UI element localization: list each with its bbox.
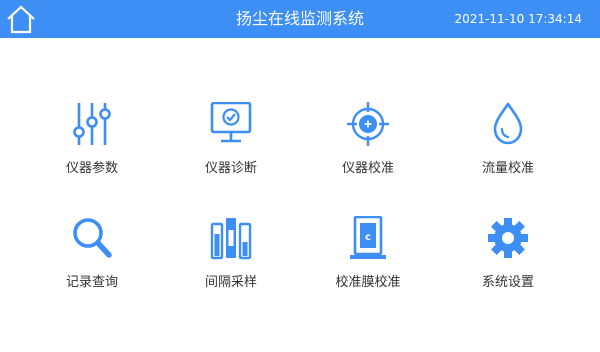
crosshair-icon bbox=[347, 102, 389, 146]
menu-record-query[interactable]: 记录查询 bbox=[32, 216, 152, 306]
menu-flow-calibration[interactable]: 流量校准 bbox=[448, 102, 568, 192]
menu-film-calibration[interactable]: c 校准膜校准 bbox=[308, 216, 428, 306]
menu-instrument-diagnosis[interactable]: 仪器诊断 bbox=[171, 102, 291, 192]
header-bar: 扬尘在线监测系统 2021-11-10 17:34:14 bbox=[0, 0, 600, 38]
menu-label: 仪器诊断 bbox=[204, 161, 257, 176]
menu-label: 流量校准 bbox=[481, 161, 534, 176]
gear-icon bbox=[488, 218, 528, 258]
sample-tubes-icon bbox=[210, 218, 252, 260]
menu-system-settings[interactable]: 系统设置 bbox=[448, 216, 568, 306]
menu-label: 间隔采样 bbox=[204, 275, 257, 290]
menu-label: 系统设置 bbox=[481, 275, 534, 290]
menu-label: 仪器参数 bbox=[65, 161, 118, 176]
menu-label: 记录查询 bbox=[65, 275, 118, 290]
droplet-icon bbox=[493, 102, 523, 145]
datetime-display: 2021-11-10 17:34:14 bbox=[454, 12, 582, 26]
monitor-check-icon bbox=[210, 102, 252, 143]
calibration-film-icon: c bbox=[350, 216, 386, 259]
menu-instrument-params[interactable]: 仪器参数 bbox=[32, 102, 152, 192]
menu-instrument-calibration[interactable]: 仪器校准 bbox=[308, 102, 428, 192]
main-screen: 扬尘在线监测系统 2021-11-10 17:34:14 仪器参数 仪器诊断 仪… bbox=[0, 0, 600, 352]
menu-label: 仪器校准 bbox=[341, 161, 394, 176]
menu-interval-sampling[interactable]: 间隔采样 bbox=[171, 216, 291, 306]
sliders-icon bbox=[73, 103, 111, 145]
menu-label: 校准膜校准 bbox=[335, 275, 401, 290]
film-icon-letter: c bbox=[365, 232, 371, 243]
search-icon bbox=[73, 218, 112, 258]
